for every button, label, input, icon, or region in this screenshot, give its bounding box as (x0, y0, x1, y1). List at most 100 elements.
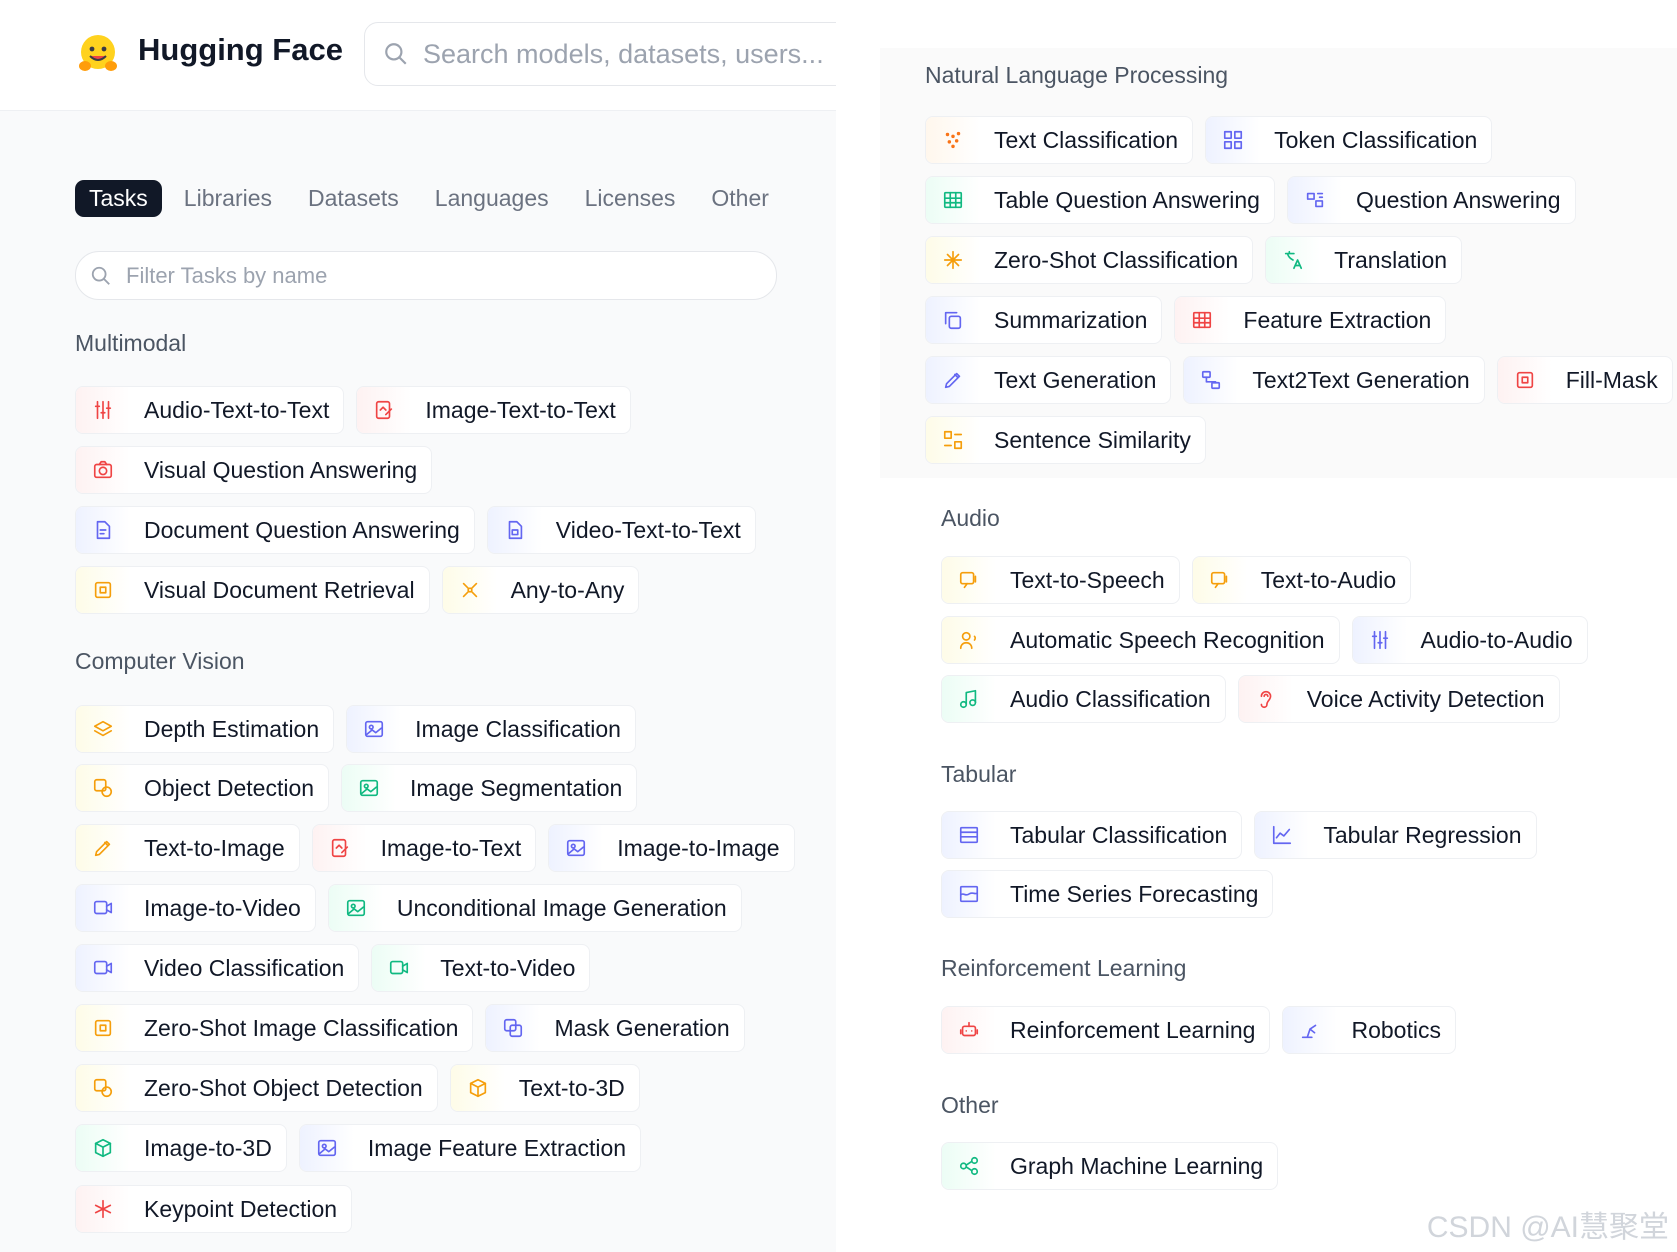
task-icon-box (942, 617, 996, 663)
task-chip-image-segmentation[interactable]: Image Segmentation (341, 764, 638, 812)
task-chip-tabular-classification[interactable]: Tabular Classification (941, 811, 1243, 859)
task-row: Audio-Text-to-Text Image-Text-to-Text (75, 386, 643, 434)
task-label: Document Question Answering (144, 516, 460, 543)
task-row: Depth Estimation Image Classification (75, 705, 648, 753)
task-chip-image-to-image[interactable]: Image-to-Image (548, 824, 795, 872)
video-icon (93, 960, 113, 975)
task-chip-text-to-3d[interactable]: Text-to-3D (449, 1064, 640, 1112)
task-chip-audio-text-to-text[interactable]: Audio-Text-to-Text (75, 386, 345, 434)
qa-icon (1306, 192, 1324, 208)
task-chip-tabular-regression[interactable]: Tabular Regression (1254, 811, 1537, 859)
task-chip-text-to-video[interactable]: Text-to-Video (371, 944, 591, 992)
task-label: Any-to-Any (510, 576, 625, 603)
task-label: Summarization (994, 306, 1148, 333)
task-chip-text-classification[interactable]: Text Classification (925, 116, 1194, 164)
task-icon-box (76, 825, 130, 871)
task-label: Text-to-Video (440, 954, 576, 981)
task-label: Zero-Shot Classification (994, 246, 1239, 273)
task-chip-token-classification[interactable]: Token Classification (1205, 116, 1493, 164)
task-chip-voice-activity-detection[interactable]: Voice Activity Detection (1237, 675, 1560, 723)
task-chip-text2text-generation[interactable]: Text2Text Generation (1183, 356, 1485, 404)
task-chip-object-detection[interactable]: Object Detection (75, 764, 330, 812)
task-chip-text-to-speech[interactable]: Text-to-Speech (941, 556, 1180, 604)
task-icon-box (549, 825, 604, 871)
task-chip-video-text-to-text[interactable]: Video-Text-to-Text (486, 506, 756, 554)
task-chip-sentence-similarity[interactable]: Sentence Similarity (925, 416, 1206, 464)
cube-icon (469, 1078, 486, 1098)
task-chip-table-question-answering[interactable]: Table Question Answering (925, 176, 1275, 224)
tab-datasets[interactable]: Datasets (308, 180, 399, 217)
task-chip-zero-shot-image-classification[interactable]: Zero-Shot Image Classification (75, 1004, 474, 1052)
image-icon (365, 720, 384, 738)
task-chip-audio-classification[interactable]: Audio Classification (941, 675, 1226, 723)
task-icon-box (76, 1065, 130, 1111)
task-row: Zero-Shot Classification Translation (925, 236, 1474, 284)
task-chip-fill-mask[interactable]: Fill-Mask (1496, 356, 1673, 404)
task-chip-feature-extraction[interactable]: Feature Extraction (1174, 296, 1447, 344)
task-chip-visual-question-answering[interactable]: Visual Question Answering (75, 446, 433, 494)
task-chip-unconditional-image-generation[interactable]: Unconditional Image Generation (327, 884, 742, 932)
global-search-input[interactable]: Search models, datasets, users... (364, 22, 856, 86)
task-chip-text-to-audio[interactable]: Text-to-Audio (1191, 556, 1412, 604)
task-chip-image-text-to-text[interactable]: Image-Text-to-Text (356, 386, 631, 434)
task-icon-box (487, 507, 542, 553)
brand-name[interactable]: Hugging Face (138, 32, 343, 68)
task-chip-reinforcement-learning[interactable]: Reinforcement Learning (941, 1006, 1271, 1054)
task-chip-summarization[interactable]: Summarization (925, 296, 1163, 344)
section-title-multimodal: Multimodal (75, 330, 187, 356)
task-chip-any-to-any[interactable]: Any-to-Any (441, 566, 640, 614)
task-icon-box (442, 567, 497, 613)
task-chip-image-feature-extraction[interactable]: Image Feature Extraction (298, 1124, 642, 1172)
task-chip-audio-to-audio[interactable]: Audio-to-Audio (1351, 616, 1588, 664)
task-chip-video-classification[interactable]: Video Classification (75, 944, 360, 992)
task-label: Mask Generation (554, 1014, 730, 1041)
task-icon-box (942, 1007, 996, 1053)
task-chip-zero-shot-object-detection[interactable]: Zero-Shot Object Detection (75, 1064, 438, 1112)
task-chip-text-to-image[interactable]: Text-to-Image (75, 824, 300, 872)
task-chip-time-series-forecasting[interactable]: Time Series Forecasting (941, 870, 1274, 918)
video-icon (390, 960, 409, 975)
task-label: Token Classification (1274, 126, 1478, 153)
task-chip-image-to-video[interactable]: Image-to-Video (75, 884, 316, 932)
task-chip-image-classification[interactable]: Image Classification (346, 705, 636, 753)
task-chip-image-to-3d[interactable]: Image-to-3D (75, 1124, 287, 1172)
task-chip-automatic-speech-recognition[interactable]: Automatic Speech Recognition (941, 616, 1340, 664)
task-icon-box (76, 765, 130, 811)
line-chart-icon (1273, 825, 1292, 845)
layers-icon (93, 720, 113, 737)
task-label: Reinforcement Learning (1010, 1016, 1256, 1043)
task-chip-graph-machine-learning[interactable]: Graph Machine Learning (941, 1142, 1279, 1190)
task-chip-mask-generation[interactable]: Mask Generation (485, 1004, 745, 1052)
task-chip-robotics[interactable]: Robotics (1282, 1006, 1456, 1054)
tab-libraries[interactable]: Libraries (184, 180, 272, 217)
tab-other[interactable]: Other (711, 180, 769, 217)
sliders-icon (1371, 630, 1388, 650)
task-filter-input[interactable]: Filter Tasks by name (75, 251, 777, 300)
task-icon-box (450, 1065, 505, 1111)
task-label: Text-to-Audio (1260, 566, 1397, 593)
tab-tasks[interactable]: Tasks (75, 180, 162, 217)
task-icon-box (76, 885, 130, 931)
task-label: Image-Text-to-Text (425, 396, 616, 423)
task-chip-question-answering[interactable]: Question Answering (1286, 176, 1576, 224)
image-edit-icon (376, 400, 393, 420)
search-placeholder: Search models, datasets, users... (423, 39, 824, 69)
task-label: Graph Machine Learning (1010, 1152, 1264, 1179)
task-icon-box (942, 871, 996, 917)
hugging-face-logo-icon[interactable] (74, 30, 122, 78)
task-chip-document-question-answering[interactable]: Document Question Answering (75, 506, 475, 554)
task-chip-zero-shot-classification[interactable]: Zero-Shot Classification (925, 236, 1254, 284)
task-label: Feature Extraction (1243, 306, 1432, 333)
task-chip-text-generation[interactable]: Text Generation (925, 356, 1172, 404)
image-edit-icon (331, 838, 348, 858)
task-chip-depth-estimation[interactable]: Depth Estimation (75, 705, 335, 753)
task-label: Voice Activity Detection (1306, 685, 1545, 712)
task-chip-visual-document-retrieval[interactable]: Visual Document Retrieval (75, 566, 430, 614)
tab-licenses[interactable]: Licenses (585, 180, 676, 217)
task-chip-translation[interactable]: Translation (1265, 236, 1463, 284)
frame-icon (94, 1019, 112, 1037)
task-icon-box (299, 1125, 354, 1171)
task-chip-image-to-text[interactable]: Image-to-Text (311, 824, 537, 872)
tab-languages[interactable]: Languages (435, 180, 549, 217)
task-chip-keypoint-detection[interactable]: Keypoint Detection (75, 1185, 353, 1233)
